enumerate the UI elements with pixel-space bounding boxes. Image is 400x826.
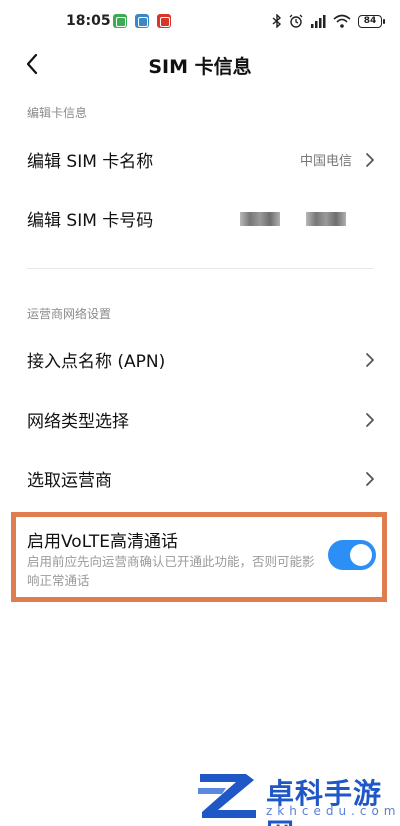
chevron-right-icon [366,472,374,486]
signal-icon [311,15,326,28]
volte-description: 启用前应先向运营商确认已开通此功能，否则可能影响正常通话 [27,554,315,588]
select-carrier-row[interactable]: 选取运营商 [0,451,400,507]
status-bar: 18:05 84 [0,0,400,44]
watermark-logo-icon [198,774,256,818]
status-time: 18:05 [66,13,111,29]
blurred-number [240,212,280,226]
divider [27,268,374,269]
battery-icon: 84 [358,14,385,28]
volte-title: 启用VoLTE高清通话 [27,532,178,552]
watermark-domain: zkhcedu.com [266,804,400,818]
volte-row: 启用VoLTE高清通话 启用前应先向运营商确认已开通此功能，否则可能影响正常通话 [11,512,387,602]
toggle-knob [350,544,372,566]
notification-app-icon [135,14,149,28]
apn-label: 接入点名称 (APN) [27,352,166,372]
wifi-icon [333,14,351,28]
notification-app-icon [157,14,171,28]
edit-sim-name-row[interactable]: 编辑 SIM 卡名称 中国电信 [0,132,400,188]
status-icons: 84 [272,11,385,31]
section-header-carrier: 运营商网络设置 [27,307,112,321]
alarm-icon [289,14,303,28]
edit-sim-number-row[interactable]: 编辑 SIM 卡号码 [0,191,400,247]
section-header-card-info: 编辑卡信息 [27,106,88,120]
select-carrier-label: 选取运营商 [27,471,112,491]
chevron-right-icon [366,153,374,167]
network-type-row[interactable]: 网络类型选择 [0,392,400,448]
volte-toggle[interactable] [328,540,376,570]
edit-sim-name-label: 编辑 SIM 卡名称 [27,152,154,172]
blurred-number [306,212,346,226]
watermark: 卓科手游网 zkhcedu.com [196,768,396,826]
bluetooth-icon [272,14,282,28]
chevron-right-icon [366,413,374,427]
chevron-right-icon [366,353,374,367]
edit-sim-number-label: 编辑 SIM 卡号码 [27,211,154,231]
notification-app-icon [113,14,127,28]
sim-name-value: 中国电信 [299,154,352,169]
title-bar: SIM 卡信息 [0,44,400,84]
apn-row[interactable]: 接入点名称 (APN) [0,332,400,388]
page-title: SIM 卡信息 [148,56,252,78]
network-type-label: 网络类型选择 [27,412,129,432]
